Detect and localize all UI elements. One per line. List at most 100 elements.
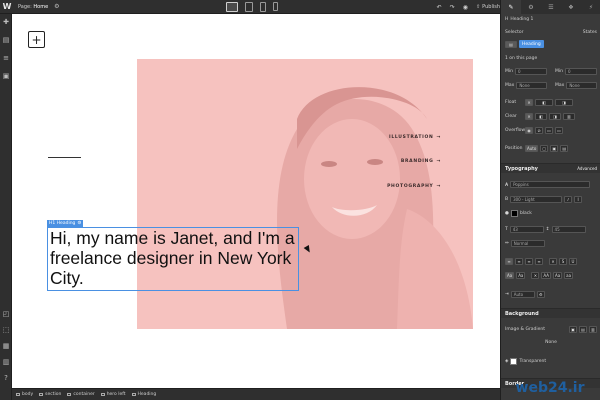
font-family-select[interactable]: Poppins xyxy=(510,181,591,188)
position-fixed-icon[interactable]: ▤ xyxy=(560,145,569,152)
strikethrough-icon[interactable]: S xyxy=(559,258,567,265)
indent-row: ⇥ Auto ⚙ xyxy=(505,291,597,298)
mobile-portrait-icon[interactable] xyxy=(273,2,278,11)
weight-icon: B xyxy=(505,197,509,202)
align-justify-icon[interactable]: ≡ xyxy=(535,258,543,265)
letter-spacing-input[interactable]: Normal xyxy=(510,240,545,247)
page-settings-icon[interactable]: ⚙ xyxy=(54,3,59,10)
breadcrumb-item[interactable]: section xyxy=(39,392,61,397)
add-element-button[interactable]: + xyxy=(28,31,45,48)
position-auto-button[interactable]: Auto xyxy=(525,145,539,152)
lowercase-icon[interactable]: aa xyxy=(564,272,574,279)
undo-icon[interactable]: ↶ xyxy=(437,4,442,11)
add-image-icon[interactable]: ▣ xyxy=(569,326,577,333)
style-italic-icon[interactable]: Aa xyxy=(516,272,526,279)
redo-icon[interactable]: ↷ xyxy=(450,4,455,11)
max-height-input[interactable]: None xyxy=(566,82,597,89)
design-canvas[interactable]: + ILLUSTRATION → BRANDING → PHOTOGRAPHY → xyxy=(12,14,500,388)
underline-icon[interactable]: U xyxy=(569,258,577,265)
position-absolute-icon[interactable]: ▣ xyxy=(550,145,559,152)
float-left-button[interactable]: ◧ xyxy=(535,99,553,106)
style-row: Aa Aa ✕ AA Aa aa xyxy=(505,272,597,279)
help-icon[interactable]: ? xyxy=(2,374,10,382)
decoration-none-icon[interactable]: ✕ xyxy=(549,258,557,265)
overflow-scroll-icon[interactable]: ▭ xyxy=(545,127,553,134)
navigator-tab-icon[interactable]: ☰ xyxy=(541,0,561,14)
interactions-tab-icon[interactable]: ⚡ xyxy=(581,0,600,14)
cms-icon[interactable]: ≡ xyxy=(2,54,10,62)
breadcrumb-item[interactable]: Heading xyxy=(131,392,156,397)
add-gradient-icon[interactable]: ▤ xyxy=(579,326,587,333)
heading-selection-box[interactable]: Hi, my name is Janet, and I'm a freelanc… xyxy=(47,227,299,291)
desktop-view-icon[interactable] xyxy=(226,2,238,12)
class-chip[interactable]: Heading xyxy=(519,40,544,48)
mobile-landscape-icon[interactable] xyxy=(260,2,266,12)
bg-image-row: Image & Gradient ▣ ▤ ▥ xyxy=(505,326,597,333)
settings-gear-icon[interactable]: ⚙ xyxy=(521,0,541,14)
max-width-input[interactable]: None xyxy=(516,82,547,89)
clear-left-button[interactable]: ◧ xyxy=(535,113,547,120)
text-shadow-icon[interactable]: ⚙ xyxy=(536,291,545,298)
typography-section-header[interactable]: Typography Advanced xyxy=(501,163,600,173)
symbols-tab-icon[interactable]: ❖ xyxy=(561,0,581,14)
page-name: Home xyxy=(33,3,49,10)
webflow-logo[interactable]: W xyxy=(0,0,14,14)
add-panel-icon[interactable]: ✚ xyxy=(2,18,10,26)
clear-right-button[interactable]: ◨ xyxy=(549,113,561,120)
selector-icon[interactable]: ▤ xyxy=(505,40,517,48)
style-normal-icon[interactable]: Aa xyxy=(505,272,515,279)
font-size-input[interactable]: 43 xyxy=(509,226,544,233)
font-weight-select[interactable]: 300 - Light xyxy=(510,196,563,203)
select-icon[interactable]: ⬚ xyxy=(2,326,10,334)
element-settings-icon[interactable]: ⚙ xyxy=(77,221,81,226)
overflow-visible-icon[interactable]: ◉ xyxy=(525,127,533,134)
italic-icon[interactable]: 𝐼 xyxy=(564,196,573,203)
overflow-auto-icon[interactable]: ▭ xyxy=(555,127,563,134)
indent-icon: ⇥ xyxy=(505,292,509,297)
bg-color-swatch[interactable] xyxy=(510,358,518,365)
text-indent-input[interactable]: Auto xyxy=(510,291,535,298)
navigator-icon[interactable]: ◰ xyxy=(2,310,10,318)
color-value[interactable]: black xyxy=(520,211,532,216)
style-brush-icon[interactable]: ✎ xyxy=(501,0,521,14)
pages-icon[interactable]: ▤ xyxy=(2,36,10,44)
clear-both-button[interactable]: ▥ xyxy=(563,113,575,120)
selector-field[interactable]: ▤ Heading xyxy=(505,40,597,48)
align-left-icon[interactable]: ≡ xyxy=(505,258,513,265)
text-transform-icon[interactable]: I xyxy=(574,196,583,203)
capitalize-icon[interactable]: Aa xyxy=(552,272,563,279)
float-right-button[interactable]: ◨ xyxy=(555,99,573,106)
breadcrumb-item[interactable]: container xyxy=(67,392,95,397)
case-none-icon[interactable]: ✕ xyxy=(531,272,540,279)
min-width-input[interactable]: 0 xyxy=(515,68,547,75)
layout-icon[interactable]: ▥ xyxy=(2,358,10,366)
tablet-view-icon[interactable] xyxy=(245,2,253,12)
assets-icon[interactable]: ▣ xyxy=(2,72,10,80)
line-height-input[interactable]: 45 xyxy=(551,226,586,233)
nav-link-branding[interactable]: BRANDING → xyxy=(401,159,441,164)
states-label[interactable]: States xyxy=(583,30,597,35)
background-section-header[interactable]: Background xyxy=(501,308,600,318)
overflow-hidden-icon[interactable]: ⊘ xyxy=(535,127,543,134)
page-selector[interactable]: Page: Home xyxy=(18,4,48,10)
font-weight-row: B 300 - Light 𝐼 I xyxy=(505,196,597,203)
align-center-icon[interactable]: ≡ xyxy=(515,258,523,265)
advanced-toggle[interactable]: Advanced xyxy=(577,166,597,171)
float-none-button[interactable]: ✕ xyxy=(525,99,533,106)
uppercase-icon[interactable]: AA xyxy=(541,272,551,279)
align-right-icon[interactable]: ≡ xyxy=(525,258,533,265)
clear-none-button[interactable]: ✕ xyxy=(525,113,533,120)
breadcrumb-item[interactable]: body xyxy=(16,392,33,397)
publish-button[interactable]: ⇧ Publish xyxy=(476,4,500,10)
color-swatch[interactable] xyxy=(510,210,518,217)
add-overlay-icon[interactable]: ▥ xyxy=(589,326,597,333)
nav-link-illustration[interactable]: ILLUSTRATION → xyxy=(389,135,441,140)
min-height-input[interactable]: 0 xyxy=(565,68,597,75)
hero-heading[interactable]: Hi, my name is Janet, and I'm a freelanc… xyxy=(50,228,298,288)
nav-link-photography[interactable]: PHOTOGRAPHY → xyxy=(387,184,441,189)
preview-eye-icon[interactable]: ◉ xyxy=(463,4,468,11)
selected-element-tag[interactable]: H1 Heading ⚙ xyxy=(47,220,84,227)
breadcrumb-item[interactable]: hero left xyxy=(100,392,126,397)
position-relative-icon[interactable]: ▢ xyxy=(540,145,549,152)
grid-icon[interactable]: ▦ xyxy=(2,342,10,350)
